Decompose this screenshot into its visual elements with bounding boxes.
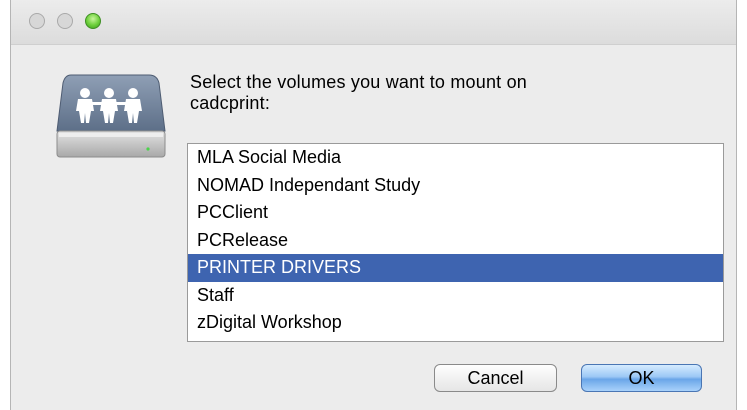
mount-prompt: Select the volumes you want to mount on … — [190, 72, 690, 114]
cancel-button[interactable]: Cancel — [434, 364, 557, 392]
volume-item-selected[interactable]: PRINTER DRIVERS — [188, 254, 723, 282]
title-bar — [11, 0, 736, 45]
network-share-icon — [56, 74, 166, 158]
volume-item[interactable]: NOMAD Independant Study — [188, 172, 723, 200]
close-window-button[interactable] — [29, 13, 45, 29]
volume-item[interactable]: PCRelease — [188, 227, 723, 255]
mount-volumes-dialog: Select the volumes you want to mount on … — [10, 0, 737, 410]
prompt-line-1: Select the volumes you want to mount on — [190, 72, 527, 92]
volume-item[interactable]: Staff — [188, 282, 723, 310]
zoom-window-button[interactable] — [85, 13, 101, 29]
prompt-line-2: cadcprint: — [190, 93, 271, 113]
minimize-window-button[interactable] — [57, 13, 73, 29]
volume-list[interactable]: MLA Social Media NOMAD Independant Study… — [187, 143, 724, 342]
ok-button[interactable]: OK — [581, 364, 702, 392]
volume-item[interactable]: MLA Social Media — [188, 144, 723, 172]
volume-item[interactable]: PCClient — [188, 199, 723, 227]
volume-item[interactable]: zDigital Workshop — [188, 309, 723, 337]
